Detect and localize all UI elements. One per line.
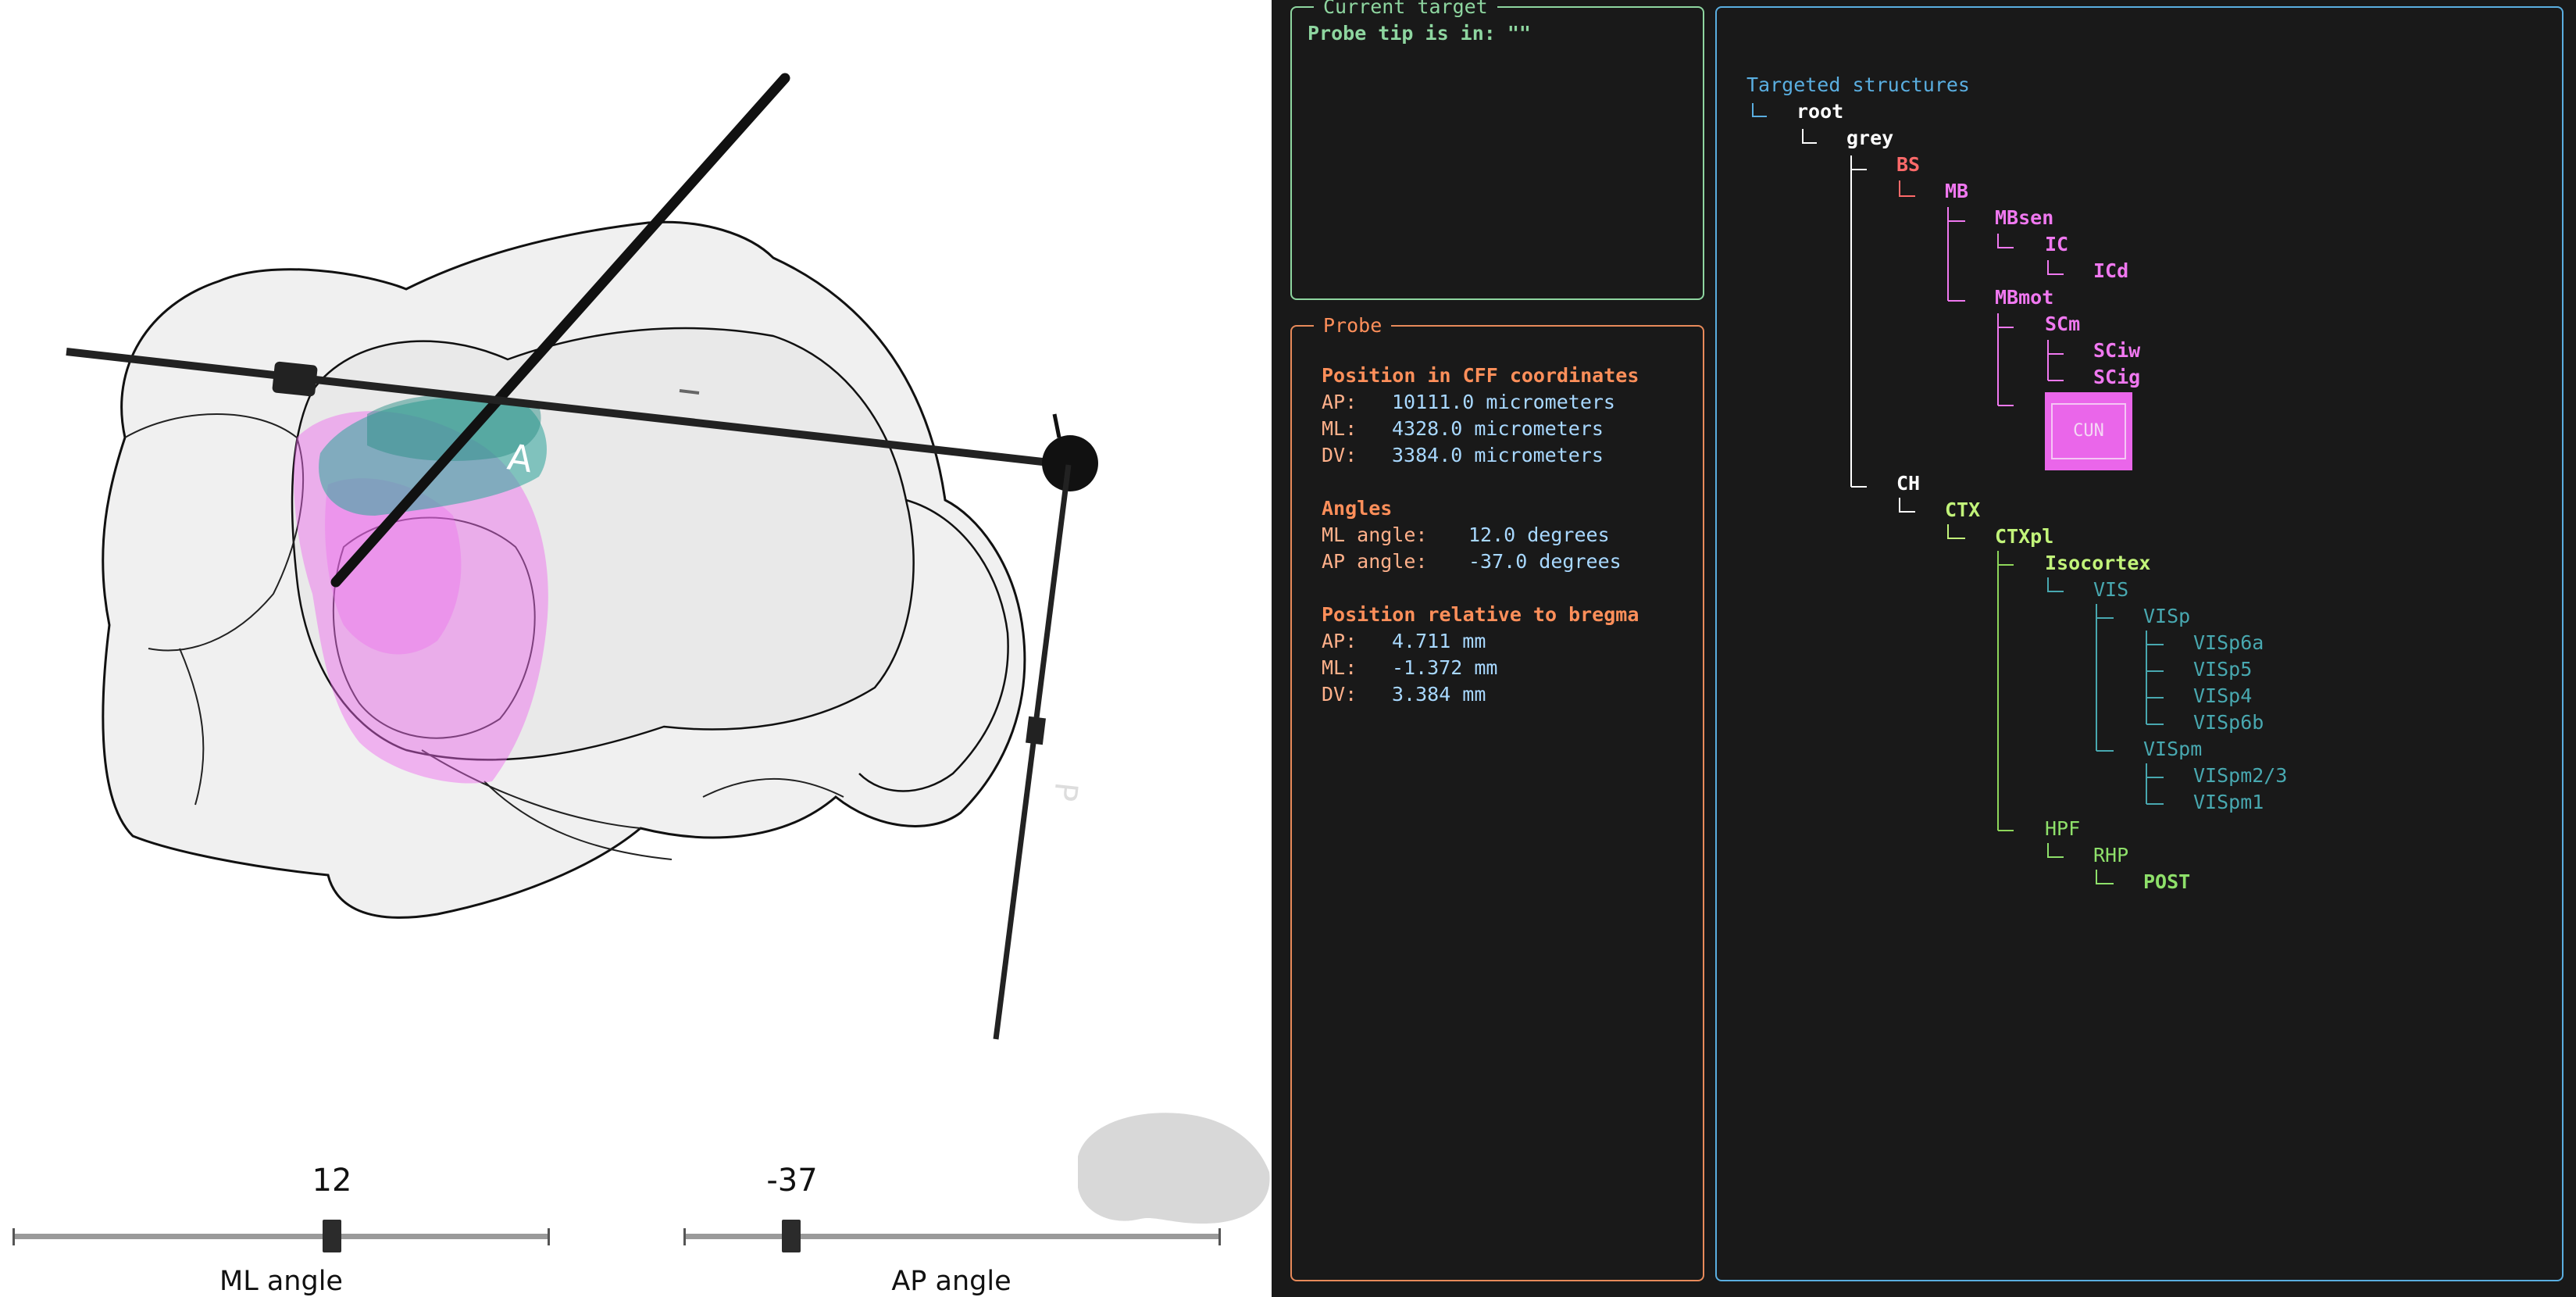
- tree-node-scig[interactable]: SCig: [2093, 366, 2140, 389]
- bregma-ml-value: -1.372 mm: [1392, 656, 1498, 679]
- tree-node-ch[interactable]: CH: [1896, 472, 1920, 495]
- structures-heading: Targeted structures: [1746, 73, 1970, 96]
- ml-angle-slider-thumb[interactable]: [323, 1220, 341, 1252]
- cff-ap-label: AP:: [1322, 391, 1358, 413]
- cff-dv-value: 3384.0 micrometers: [1392, 444, 1604, 466]
- tree-node-visp6a[interactable]: VISp6a: [2193, 631, 2264, 655]
- tree-node-visp6b[interactable]: VISp6b: [2193, 711, 2264, 734]
- ml-angle-value: 12: [312, 1163, 352, 1199]
- tree-node-vispm[interactable]: VISpm: [2143, 738, 2202, 761]
- tree-node-ic[interactable]: IC: [2045, 233, 2068, 256]
- tree-node-vispm1[interactable]: VISpm1: [2193, 791, 2264, 814]
- slider-end-tick: [548, 1228, 550, 1245]
- ap-angle-slider-track[interactable]: [683, 1234, 1221, 1239]
- slider-end-tick: [1218, 1228, 1221, 1245]
- bregma-dv-label: DV:: [1322, 683, 1358, 706]
- posterior-label: P: [1047, 781, 1084, 803]
- info-panel: Current target Probe tip is in: "" Probe…: [1272, 0, 2576, 1297]
- tree-node-post[interactable]: POST: [2143, 870, 2190, 894]
- tree-node-ctxpl[interactable]: CTXpl: [1995, 525, 2053, 548]
- slider-end-tick: [683, 1228, 686, 1245]
- current-target-box: Current target Probe tip is in: "": [1290, 0, 1704, 300]
- structure-tree-connectors: [1752, 103, 2164, 884]
- tree-node-vispm2-3[interactable]: VISpm2/3: [2193, 764, 2287, 788]
- cff-heading: Position in CFF coordinates: [1322, 364, 1639, 387]
- cff-ml-label: ML:: [1322, 417, 1358, 440]
- pivot-stem: [1052, 413, 1061, 438]
- ap-rotation-axis: [993, 464, 1072, 1040]
- tree-node-visp5[interactable]: VISp5: [2193, 658, 2252, 681]
- orientation-brain-icon: [1078, 1113, 1270, 1224]
- slider-end-tick: [12, 1228, 15, 1245]
- tree-node-cun-highlight[interactable]: CUN: [2045, 392, 2132, 470]
- tree-node-sciw[interactable]: SCiw: [2093, 339, 2140, 363]
- cff-dv-label: DV:: [1322, 444, 1358, 466]
- structures-box: Targeted structures root grey BS MB MBse…: [1715, 6, 2564, 1281]
- probe-box: Probe Position in CFF coordinates AP: 10…: [1290, 314, 1704, 1281]
- ml-axis-handle: [272, 361, 318, 397]
- tree-node-mb[interactable]: MB: [1945, 180, 1968, 203]
- tree-node-mbsen[interactable]: MBsen: [1995, 206, 2053, 230]
- brain-3d-viewer[interactable]: A P 12 ML angle -37 AP angle: [0, 0, 1272, 1297]
- tree-node-visp4[interactable]: VISp4: [2193, 684, 2252, 708]
- tree-node-mbmot[interactable]: MBmot: [1995, 286, 2053, 309]
- tree-node-root[interactable]: root: [1796, 100, 1843, 123]
- angles-heading: Angles: [1322, 497, 1393, 520]
- rotation-pivot: [1042, 435, 1098, 491]
- brain-scene[interactable]: A P: [0, 0, 1272, 1297]
- ap-axis-handle: [1026, 716, 1046, 745]
- probe-title: Probe: [1314, 314, 1392, 338]
- tree-node-isocortex[interactable]: Isocortex: [2045, 552, 2150, 575]
- current-target-title: Current target: [1314, 0, 1497, 19]
- bregma-heading: Position relative to bregma: [1322, 603, 1639, 626]
- ml-angle-readout: 12.0 degrees: [1468, 523, 1610, 546]
- tree-node-icd[interactable]: ICd: [2093, 259, 2128, 283]
- tree-node-rhp[interactable]: RHP: [2093, 844, 2128, 867]
- tree-node-cun-label: CUN: [2073, 421, 2104, 441]
- ml-angle-caption: ML angle: [219, 1266, 343, 1297]
- bregma-ap-value: 4.711 mm: [1392, 630, 1486, 652]
- tree-node-scm[interactable]: SCm: [2045, 313, 2080, 336]
- cff-ap-value: 10111.0 micrometers: [1392, 391, 1615, 413]
- tree-node-visp[interactable]: VISp: [2143, 605, 2190, 628]
- bregma-dv-value: 3.384 mm: [1392, 683, 1486, 706]
- ap-angle-slider-thumb[interactable]: [782, 1220, 801, 1252]
- ap-angle-caption: AP angle: [891, 1266, 1011, 1297]
- cff-ml-value: 4328.0 micrometers: [1392, 417, 1604, 440]
- tree-node-grey[interactable]: grey: [1846, 127, 1893, 150]
- ml-angle-label: ML angle:: [1322, 523, 1428, 546]
- ml-angle-slider-track[interactable]: [12, 1234, 550, 1239]
- tree-node-bs[interactable]: BS: [1896, 153, 1920, 177]
- ap-angle-label: AP angle:: [1322, 550, 1428, 573]
- bregma-ap-label: AP:: [1322, 630, 1358, 652]
- probe-tip-text: Probe tip is in: "": [1308, 22, 1531, 45]
- ap-angle-value: -37: [766, 1163, 818, 1199]
- tree-node-hpf[interactable]: HPF: [2045, 817, 2080, 841]
- tree-node-vis[interactable]: VIS: [2093, 578, 2128, 602]
- tree-node-ctx[interactable]: CTX: [1945, 498, 1980, 522]
- bregma-ml-label: ML:: [1322, 656, 1358, 679]
- ap-angle-readout: -37.0 degrees: [1468, 550, 1622, 573]
